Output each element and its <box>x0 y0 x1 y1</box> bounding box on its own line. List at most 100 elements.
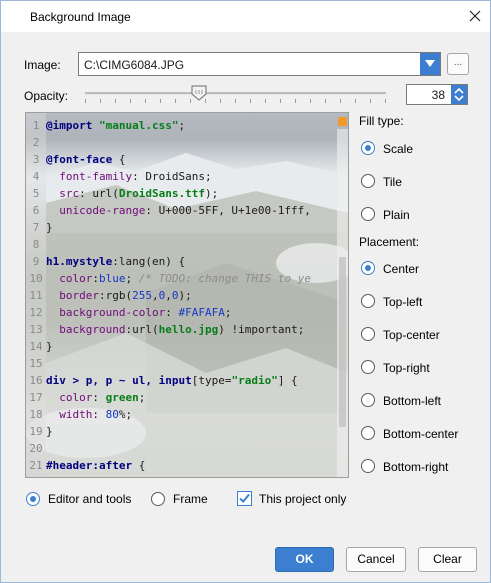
code-token: : <box>92 408 106 421</box>
code-line[interactable]: 4 font-family: DroidSans; <box>26 168 336 185</box>
code-line[interactable]: 5 src: url(DroidSans.ttf); <box>26 185 336 202</box>
error-stripe-marker[interactable] <box>338 117 347 126</box>
line-number: 4 <box>32 170 40 183</box>
code-line[interactable]: 2 <box>26 134 336 151</box>
placement-radio-bottom-center[interactable] <box>361 426 375 440</box>
placement-label-bottom-center[interactable]: Bottom-center <box>383 427 458 441</box>
code-line[interactable]: 15 <box>26 355 336 372</box>
frame-radio[interactable] <box>151 492 165 506</box>
checkmark-icon <box>239 493 250 503</box>
placement-radio-bottom-left[interactable] <box>361 393 375 407</box>
code-token: : U+000-5FF, U+1e00-1fff, <box>145 204 311 217</box>
placement-radio-top-center[interactable] <box>361 327 375 341</box>
placement-label-top-center[interactable]: Top-center <box>383 328 440 342</box>
code-token: 80 <box>105 408 119 421</box>
editor-scrollbar[interactable] <box>337 129 348 477</box>
opacity-slider-thumb[interactable] <box>191 85 207 101</box>
image-path-value[interactable]: C:\CIMG6084.JPG <box>84 58 184 72</box>
code-line[interactable]: 7} <box>26 219 336 236</box>
ok-button[interactable]: OK <box>275 547 334 572</box>
cancel-button[interactable]: Cancel <box>346 547 406 572</box>
fill-type-radio-tile[interactable] <box>361 174 375 188</box>
code-token: } <box>46 340 53 353</box>
code-line[interactable]: 18 width: 80%; <box>26 406 336 423</box>
opacity-slider-track[interactable] <box>85 92 386 95</box>
code-line[interactable]: 3 @font-face { <box>26 151 336 168</box>
browse-button[interactable]: ... <box>447 53 469 75</box>
code-line[interactable]: 10 color:blue; /* TODO: change THIS to y… <box>26 270 336 287</box>
code-line[interactable]: 11 border:rgb(255,0,0); <box>26 287 336 304</box>
fill-type-radio-plain[interactable] <box>361 207 375 221</box>
code-token: ; <box>125 272 139 285</box>
clear-button[interactable]: Clear <box>418 547 477 572</box>
line-number: 5 <box>32 187 40 200</box>
chevron-up-down-icon <box>454 87 464 102</box>
line-number: 19 <box>29 425 43 438</box>
code-line[interactable]: 6 unicode-range: U+000-5FF, U+1e00-1fff, <box>26 202 336 219</box>
code-line[interactable]: 20 <box>26 440 336 457</box>
line-number: 11 <box>29 289 43 302</box>
placement-radio-center[interactable] <box>361 261 375 275</box>
code-editor[interactable]: 1 @import "manual.css"; 2 3 @font-face {4 f… <box>26 117 336 477</box>
this-project-only-checkbox[interactable] <box>237 491 252 506</box>
editor-and-tools-label[interactable]: Editor and tools <box>48 492 131 506</box>
this-project-only-label[interactable]: This project only <box>259 492 346 506</box>
code-line[interactable]: 9 h1.mystyle:lang(en) { <box>26 253 336 270</box>
code-line[interactable]: 17 color: green; <box>26 389 336 406</box>
placement-label-top-right[interactable]: Top-right <box>383 361 430 375</box>
code-line[interactable]: 8 <box>26 236 336 253</box>
fill-type-label-scale[interactable]: Scale <box>383 142 413 156</box>
code-line[interactable]: 21 #header:after { <box>26 457 336 474</box>
code-line[interactable]: 13 background:url(hello.jpg) !important; <box>26 321 336 338</box>
line-number: 7 <box>32 221 40 234</box>
fill-type-radio-scale[interactable] <box>361 141 375 155</box>
code-token: { <box>132 459 146 472</box>
code-line[interactable]: 14} <box>26 338 336 355</box>
close-icon[interactable] <box>465 6 485 26</box>
code-token: unicode-range <box>59 204 146 217</box>
code-token: color <box>59 391 93 404</box>
placement-radio-top-left[interactable] <box>361 294 375 308</box>
code-line[interactable]: 16 div > p, p ~ ul, input[type="radio"] { <box>26 372 336 389</box>
code-line[interactable]: 19} <box>26 423 336 440</box>
opacity-value[interactable]: 38 <box>432 88 445 102</box>
fill-type-label-plain[interactable]: Plain <box>383 208 410 222</box>
code-token: width <box>59 408 93 421</box>
placement-label-top-left[interactable]: Top-left <box>383 295 422 309</box>
line-number: 6 <box>32 204 40 217</box>
line-number: 14 <box>29 340 43 353</box>
line-number: 15 <box>29 357 43 370</box>
opacity-spinner[interactable]: 38 <box>406 84 468 105</box>
code-token: color <box>59 272 93 285</box>
image-path-combobox[interactable]: C:\CIMG6084.JPG <box>78 52 441 76</box>
line-number: 13 <box>29 323 43 336</box>
placement-label-bottom-right[interactable]: Bottom-right <box>383 460 448 474</box>
image-label: Image: <box>24 58 61 72</box>
code-token: : <box>92 272 99 285</box>
placement-label-bottom-left[interactable]: Bottom-left <box>383 394 441 408</box>
line-number: 8 <box>32 238 40 251</box>
code-line[interactable]: 22 color: red; <box>26 474 336 477</box>
scrollbar-thumb[interactable] <box>339 257 346 427</box>
code-token: blue <box>99 272 126 285</box>
spinner-buttons[interactable] <box>451 85 467 104</box>
placement-radio-top-right[interactable] <box>361 360 375 374</box>
code-line[interactable]: 12 background-color: #FAFAFA; <box>26 304 336 321</box>
combo-dropdown-button[interactable] <box>420 53 440 75</box>
frame-label[interactable]: Frame <box>173 492 208 506</box>
code-token: background-color <box>59 306 166 319</box>
editor-preview: 1 @import "manual.css"; 2 3 @font-face {4 f… <box>25 112 349 478</box>
line-number: 21 <box>29 459 43 472</box>
placement-label-center[interactable]: Center <box>383 262 419 276</box>
code-line[interactable]: 1 @import "manual.css"; <box>26 117 336 134</box>
placement-radio-bottom-right[interactable] <box>361 459 375 473</box>
chevron-down-icon <box>425 60 435 67</box>
fill-type-label-tile[interactable]: Tile <box>383 175 402 189</box>
editor-and-tools-radio[interactable] <box>26 492 40 506</box>
